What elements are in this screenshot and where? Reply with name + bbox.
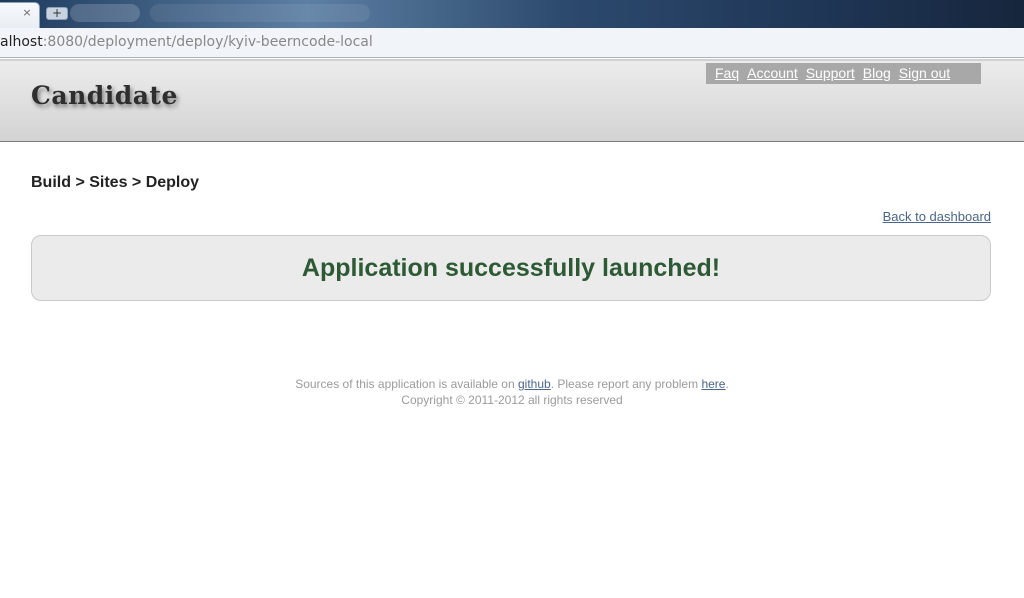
footer: Sources of this application is available… — [0, 376, 1024, 408]
tab-blur — [150, 4, 370, 22]
close-icon[interactable]: × — [20, 6, 34, 20]
back-to-dashboard-link[interactable]: Back to dashboard — [883, 209, 991, 224]
success-message-box: Application successfully launched! — [31, 235, 991, 301]
browser-tabstrip: × + — [0, 0, 1024, 28]
nav-account-link[interactable]: Account — [747, 63, 798, 84]
site-header: Candidate Faq Account Support Blog Sign out — [0, 59, 1024, 142]
top-nav: Faq Account Support Blog Sign out — [706, 63, 981, 84]
new-tab-button[interactable]: + — [46, 7, 68, 20]
nav-blog-link[interactable]: Blog — [863, 63, 891, 84]
github-link[interactable]: github — [518, 377, 551, 391]
url-path: :8080/deployment/deploy/kyiv-beerncode-l… — [42, 34, 373, 50]
footer-text: Sources of this application is available… — [295, 377, 518, 391]
url-host: alhost — [0, 34, 43, 50]
report-problem-link[interactable]: here — [701, 377, 725, 391]
url-text[interactable]: alhost:8080/deployment/deploy/kyiv-beern… — [0, 34, 373, 50]
footer-text: . Please report any problem — [550, 377, 702, 391]
footer-copyright: Copyright © 2011-2012 all rights reserve… — [401, 393, 623, 407]
success-message: Application successfully launched! — [301, 253, 721, 282]
tab-blur — [70, 4, 140, 22]
breadcrumb: Build > Sites > Deploy — [31, 174, 200, 191]
footer-line-sources: Sources of this application is available… — [0, 376, 1024, 392]
nav-support-link[interactable]: Support — [806, 63, 855, 84]
site-logo[interactable]: Candidate — [31, 81, 178, 110]
nav-faq-link[interactable]: Faq — [715, 63, 739, 84]
nav-sign-out-link[interactable]: Sign out — [899, 63, 950, 84]
footer-text: . — [725, 377, 729, 391]
address-bar[interactable]: alhost:8080/deployment/deploy/kyiv-beern… — [0, 28, 1024, 58]
